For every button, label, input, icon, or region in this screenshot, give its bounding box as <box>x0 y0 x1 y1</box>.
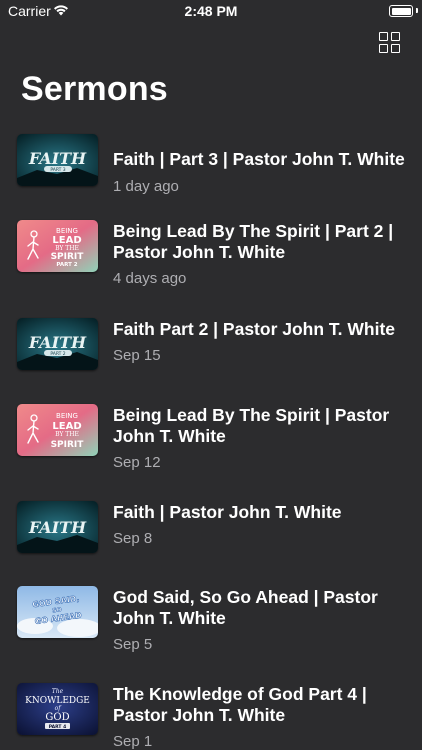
battery-tip <box>416 8 418 13</box>
svg-text:BY THE: BY THE <box>55 431 79 438</box>
sermon-date: 1 day ago <box>113 178 179 195</box>
grid-view-toggle-button[interactable] <box>379 32 401 54</box>
sermon-item[interactable]: FAITH PART 3 Faith | Part 3 | Pastor Joh… <box>0 134 422 224</box>
status-bar: Carrier 2:48 PM <box>0 0 422 22</box>
sermon-date: Sep 8 <box>113 530 153 547</box>
sermon-title: Faith | Pastor John T. White <box>113 502 342 522</box>
sermon-date: Sep 5 <box>113 636 153 653</box>
sermon-date: Sep 1 <box>113 733 153 750</box>
sermon-title: Faith Part 2 | Pastor John T. White <box>113 319 396 339</box>
sermon-thumbnail-knowledge: The KNOWLEDGE of GOD PART 4 <box>17 683 98 735</box>
sermon-item[interactable]: BEING LEAD BY THE SPIRIT Being Lead By T… <box>0 404 422 494</box>
sermon-title: Being Lead By The Spirit | Part 2 | Past… <box>113 221 394 262</box>
sermon-thumbnail-faith: FAITH PART 2 <box>17 318 98 370</box>
sermon-item[interactable]: FAITH Faith | Pastor John T. White Sep 8 <box>0 501 422 591</box>
sermon-title: God Said, So Go Ahead | Pastor John T. W… <box>113 587 378 628</box>
svg-text:GOD: GOD <box>45 712 69 723</box>
sermon-thumbnail-faith: FAITH PART 3 <box>17 134 98 186</box>
battery-icon <box>389 5 413 17</box>
svg-text:PART 4: PART 4 <box>49 724 66 730</box>
svg-text:SPIRIT: SPIRIT <box>51 440 85 450</box>
sermon-date: 4 days ago <box>113 270 187 287</box>
sermon-item[interactable]: BEING LEAD BY THE SPIRIT PART 2 Being Le… <box>0 220 422 310</box>
sermon-date: Sep 15 <box>113 347 161 364</box>
sermon-thumbnail-faith: FAITH <box>17 501 98 553</box>
sermon-item[interactable]: GOD SAID, SO GO AHEAD God Said, So Go Ah… <box>0 586 422 676</box>
svg-text:FAITH: FAITH <box>28 333 87 352</box>
clock-time: 2:48 PM <box>184 3 238 19</box>
sermon-title: Being Lead By The Spirit | Pastor John T… <box>113 405 390 446</box>
sermon-thumbnail-spirit: BEING LEAD BY THE SPIRIT <box>17 404 98 456</box>
svg-text:The: The <box>52 688 64 695</box>
grid-icon <box>379 32 388 41</box>
sermon-title: Faith | Part 3 | Pastor John T. White <box>113 149 405 169</box>
sermon-date: Sep 12 <box>113 454 161 471</box>
svg-text:PART 3: PART 3 <box>50 167 65 173</box>
svg-text:FAITH: FAITH <box>28 149 87 168</box>
sermon-item[interactable]: FAITH PART 2 Faith Part 2 | Pastor John … <box>0 318 422 408</box>
page-title: Sermons <box>21 70 168 108</box>
sermon-thumbnail-spirit: BEING LEAD BY THE SPIRIT PART 2 <box>17 220 98 272</box>
sermon-title: The Knowledge of God Part 4 | Pastor Joh… <box>113 684 367 725</box>
svg-text:BY THE: BY THE <box>55 245 79 252</box>
svg-text:PART 2: PART 2 <box>56 262 77 268</box>
sermon-item[interactable]: The KNOWLEDGE of GOD PART 4 The Knowledg… <box>0 683 422 750</box>
sermon-thumbnail-god-said: GOD SAID, SO GO AHEAD <box>17 586 98 638</box>
svg-text:PART 2: PART 2 <box>50 351 65 357</box>
svg-text:SPIRIT: SPIRIT <box>51 252 85 262</box>
svg-text:BEING: BEING <box>56 412 78 420</box>
svg-text:BEING: BEING <box>56 227 78 235</box>
svg-text:FAITH: FAITH <box>28 518 87 537</box>
